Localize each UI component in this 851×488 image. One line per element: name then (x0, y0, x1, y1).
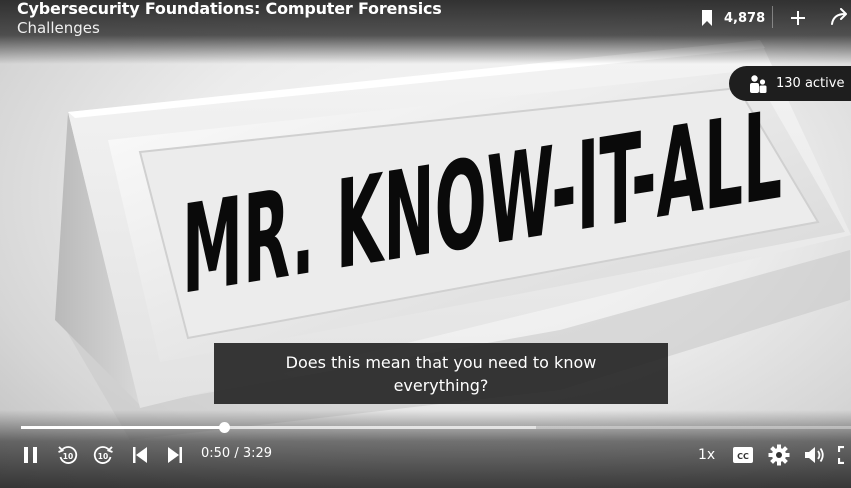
settings-gear-icon (768, 444, 790, 466)
settings-button[interactable] (768, 444, 790, 466)
fullscreen-icon (838, 446, 844, 464)
closed-captions-icon: CC (733, 447, 753, 463)
people-icon (748, 74, 768, 94)
progress-played (21, 426, 225, 429)
bookmark-icon (700, 9, 714, 27)
top-bar: Cybersecurity Foundations: Computer Fore… (0, 0, 851, 64)
time-display: 0:50 / 3:29 (201, 446, 273, 461)
volume-button[interactable] (804, 445, 826, 465)
controls-bar (0, 410, 851, 488)
add-button[interactable] (788, 8, 808, 28)
divider (772, 6, 773, 28)
plus-icon (791, 11, 805, 25)
playback-speed-button[interactable]: 1x (698, 447, 715, 463)
active-viewers-badge[interactable]: 130 active (729, 66, 851, 101)
rewind-10-button[interactable]: 10 (57, 444, 79, 466)
previous-icon (133, 447, 147, 463)
rewind-10-icon: 10 (58, 446, 78, 464)
fullscreen-button[interactable] (838, 446, 851, 464)
bookmark-count: 4,878 (724, 10, 766, 26)
pause-icon (24, 447, 37, 463)
progress-bar[interactable] (21, 422, 851, 433)
caption-box: Does this mean that you need to know eve… (214, 343, 668, 404)
pause-button[interactable] (21, 445, 41, 465)
svg-text:10: 10 (63, 452, 73, 461)
forward-10-button[interactable]: 10 (92, 444, 114, 466)
share-button[interactable] (830, 8, 851, 28)
share-icon (831, 8, 847, 25)
active-count: 130 active (776, 76, 845, 91)
course-title: Cybersecurity Foundations: Computer Fore… (17, 0, 442, 18)
forward-10-icon: 10 (93, 446, 113, 464)
closed-captions-button[interactable]: CC (733, 446, 753, 464)
svg-text:10: 10 (98, 452, 108, 461)
bookmark-button[interactable]: 4,878 (700, 8, 765, 28)
volume-icon (805, 447, 824, 463)
next-button[interactable] (166, 446, 184, 464)
chapter-title: Challenges (17, 19, 100, 37)
previous-button[interactable] (131, 446, 149, 464)
next-icon (168, 447, 182, 463)
svg-text:CC: CC (737, 452, 749, 461)
